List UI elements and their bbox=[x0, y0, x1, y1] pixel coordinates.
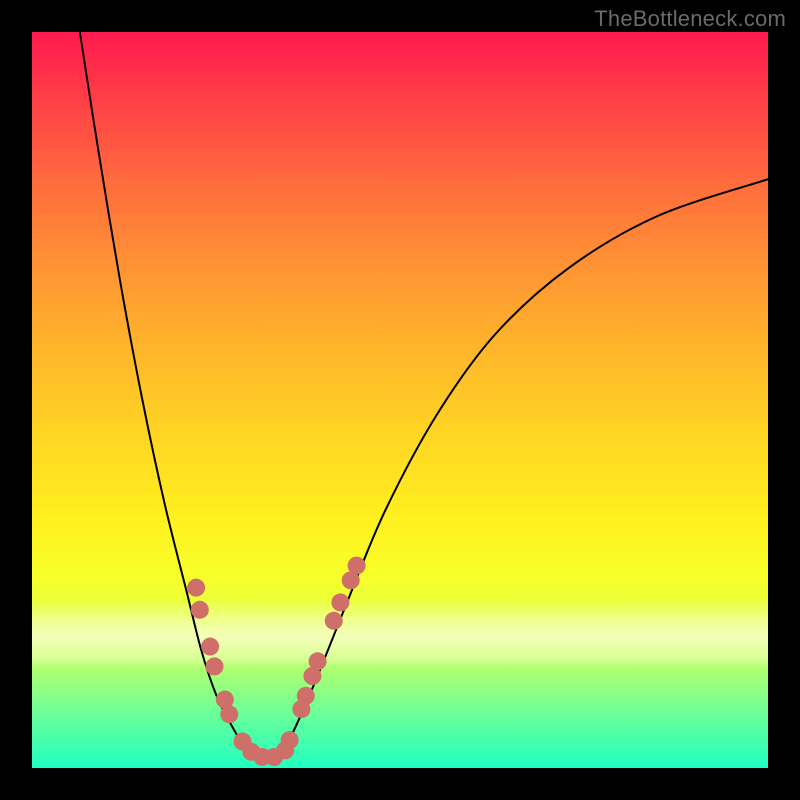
highlight-dot bbox=[309, 652, 327, 670]
highlight-dot bbox=[191, 601, 209, 619]
highlight-dot bbox=[206, 657, 224, 675]
highlight-dot bbox=[281, 731, 299, 749]
chart-frame: TheBottleneck.com bbox=[0, 0, 800, 800]
watermark-text: TheBottleneck.com bbox=[594, 6, 786, 32]
highlight-dot bbox=[187, 579, 205, 597]
highlight-dot bbox=[348, 557, 366, 575]
highlight-dot bbox=[201, 638, 219, 656]
curve-left-arm bbox=[80, 32, 253, 753]
highlight-dot bbox=[220, 705, 238, 723]
highlight-dot bbox=[297, 687, 315, 705]
plot-area bbox=[32, 32, 768, 768]
highlight-dot bbox=[331, 593, 349, 611]
highlight-dot bbox=[325, 612, 343, 630]
curve-overlay bbox=[32, 32, 768, 768]
curve-right-arm bbox=[282, 179, 768, 753]
